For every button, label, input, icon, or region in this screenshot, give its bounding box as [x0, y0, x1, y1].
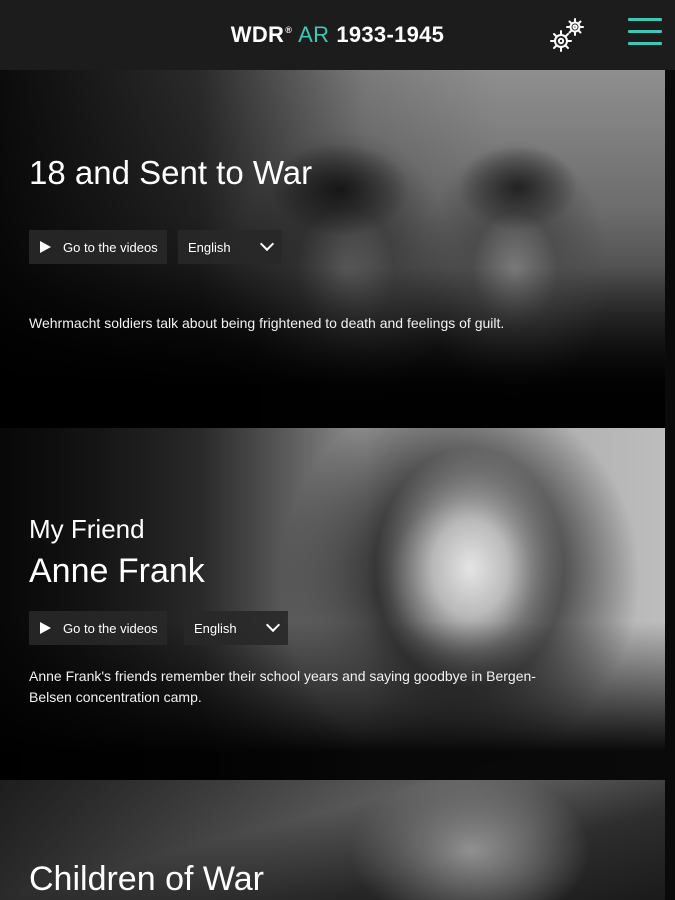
- language-select[interactable]: English: [178, 230, 282, 264]
- logo-years: 1933-1945: [336, 22, 445, 47]
- language-value: English: [194, 620, 237, 636]
- play-icon: [40, 241, 51, 253]
- app-logo: WDR ® AR 1933-1945: [231, 22, 444, 48]
- go-to-videos-label: Go to the videos: [63, 620, 158, 636]
- hamburger-menu-icon[interactable]: [628, 18, 662, 48]
- logo-registered-mark: ®: [285, 25, 293, 35]
- chevron-down-icon: [265, 617, 281, 633]
- story-card-18-and-sent-to-war[interactable]: 18 and Sent to War Go to the videos Engl…: [0, 70, 665, 428]
- story-card-my-friend-anne-frank[interactable]: My Friend Anne Frank Go to the videos En…: [0, 428, 665, 780]
- language-select[interactable]: English: [184, 611, 288, 645]
- scrollbar[interactable]: [665, 70, 675, 900]
- logo-ar: AR: [298, 22, 330, 47]
- story-card-children-of-war[interactable]: Children of War: [0, 780, 665, 900]
- settings-button[interactable]: [546, 16, 586, 54]
- story-title: Anne Frank: [29, 552, 205, 590]
- menu-bar: [628, 18, 662, 21]
- story-title: Children of War: [29, 860, 264, 898]
- logo-wdr: WDR: [230, 22, 285, 47]
- menu-bar: [628, 42, 662, 45]
- language-value: English: [188, 239, 231, 255]
- go-to-videos-button[interactable]: Go to the videos: [29, 611, 167, 645]
- story-description: Anne Frank's friends remember their scho…: [29, 668, 536, 705]
- story-description: Wehrmacht soldiers talk about being frig…: [29, 315, 505, 331]
- story-title: 18 and Sent to War: [29, 154, 313, 191]
- go-to-videos-label: Go to the videos: [63, 239, 158, 255]
- go-to-videos-button[interactable]: Go to the videos: [29, 230, 167, 264]
- play-icon: [40, 622, 51, 634]
- gears-icon: [550, 18, 584, 52]
- chevron-down-icon: [259, 236, 275, 252]
- story-subtitle: My Friend: [29, 514, 145, 544]
- menu-bar: [628, 30, 662, 33]
- app-header: WDR ® AR 1933-1945: [0, 0, 675, 70]
